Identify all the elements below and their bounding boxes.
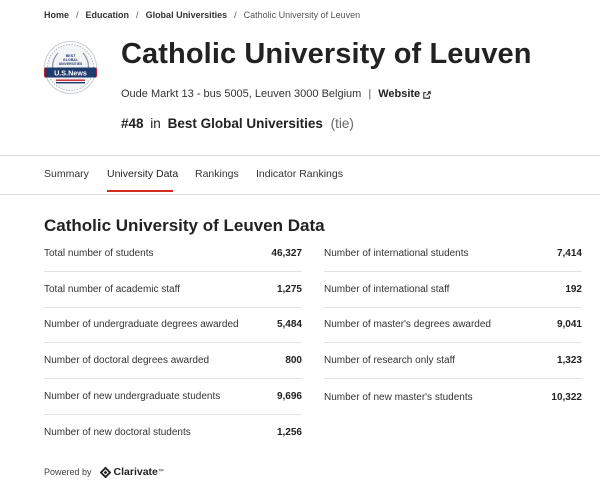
data-value: 192: [565, 283, 582, 295]
svg-text:U.S.News: U.S.News: [54, 68, 87, 77]
data-value: 800: [285, 355, 302, 367]
data-label: Number of new master's students: [324, 391, 473, 403]
tab-bar: Summary University Data Rankings Indicat…: [0, 155, 600, 195]
active-tab-indicator: [107, 190, 173, 192]
data-label: Number of international students: [324, 247, 469, 259]
breadcrumb-separator: /: [234, 10, 237, 20]
data-row: Number of international staff 192: [324, 272, 582, 308]
page-title: Catholic University of Leuven: [121, 38, 532, 70]
data-row: Number of new doctoral students 1,256: [44, 415, 302, 451]
data-label: Number of international staff: [324, 283, 450, 295]
data-value: 9,696: [276, 391, 302, 403]
data-row: Number of new master's students 10,322: [324, 379, 582, 415]
powered-by: Powered by Clarivate ™: [44, 466, 164, 478]
clarivate-name: Clarivate: [113, 466, 158, 478]
data-row: Number of master's degrees awarded 9,041: [324, 308, 582, 344]
data-row: Total number of academic staff 1,275: [44, 272, 302, 308]
breadcrumb-separator: /: [136, 10, 139, 20]
rank-in-text: in: [150, 116, 161, 131]
data-value: 5,484: [276, 319, 302, 331]
rank-summary: #48 in Best Global Universities (tie): [121, 116, 354, 131]
data-label: Number of new doctoral students: [44, 427, 191, 439]
rank-list-link[interactable]: Best Global Universities: [168, 116, 323, 131]
data-row: Number of doctoral degrees awarded 800: [44, 343, 302, 380]
website-label: Website: [378, 88, 421, 100]
usnews-badge-icon: BEST GLOBAL UNIVERSITIES U.S.News: [41, 41, 100, 94]
data-label: Number of master's degrees awarded: [324, 319, 491, 331]
data-label: Number of new undergraduate students: [44, 391, 221, 403]
tab-rankings[interactable]: Rankings: [195, 168, 239, 180]
divider: |: [368, 88, 372, 100]
data-label: Total number of academic staff: [44, 283, 180, 295]
rank-number: #48: [121, 116, 144, 131]
svg-text:UNIVERSITIES: UNIVERSITIES: [59, 62, 83, 66]
section-title: Catholic University of Leuven Data: [44, 216, 325, 235]
breadcrumb-home-link[interactable]: Home: [44, 10, 69, 20]
data-label: Number of doctoral degrees awarded: [44, 355, 210, 367]
breadcrumb-current-page: Catholic University of Leuven: [243, 10, 361, 20]
data-label: Total number of students: [44, 247, 154, 259]
breadcrumb-global-universities-link[interactable]: Global Universities: [146, 10, 228, 20]
external-link-icon: [423, 90, 431, 99]
data-value: 1,323: [556, 355, 582, 367]
data-row: Number of new undergraduate students 9,6…: [44, 379, 302, 415]
breadcrumb-education-link[interactable]: Education: [86, 10, 130, 20]
data-value: 10,322: [551, 391, 582, 403]
clarivate-logo: Clarivate ™: [99, 466, 164, 478]
data-value: 9,041: [556, 319, 582, 331]
data-value: 1,256: [276, 427, 302, 439]
address-line: Oude Markt 13 - bus 5005, Leuven 3000 Be…: [121, 88, 431, 100]
data-label: Number of research only staff: [324, 355, 455, 367]
data-row: Number of undergraduate degrees awarded …: [44, 308, 302, 344]
data-value: 46,327: [271, 247, 302, 259]
data-column-right: Number of international students 7,414 N…: [324, 236, 582, 415]
tab-indicator-rankings[interactable]: Indicator Rankings: [256, 168, 343, 180]
breadcrumb-separator: /: [76, 10, 79, 20]
powered-by-label: Powered by: [44, 467, 92, 477]
clarivate-mark-icon: [99, 466, 111, 478]
data-row: Number of international students 7,414: [324, 236, 582, 272]
website-link[interactable]: Website: [378, 88, 431, 100]
tab-university-data[interactable]: University Data: [107, 168, 178, 180]
breadcrumb: Home / Education / Global Universities /…: [44, 10, 360, 20]
trademark-mark: ™: [157, 469, 164, 475]
data-column-left: Total number of students 46,327 Total nu…: [44, 236, 302, 451]
university-address: Oude Markt 13 - bus 5005, Leuven 3000 Be…: [121, 88, 362, 100]
rank-tie-label: (tie): [330, 116, 354, 131]
data-row: Number of research only staff 1,323: [324, 343, 582, 380]
data-value: 1,275: [276, 283, 302, 295]
data-row: Total number of students 46,327: [44, 236, 302, 272]
data-value: 7,414: [556, 247, 582, 259]
tab-summary[interactable]: Summary: [44, 168, 89, 180]
data-label: Number of undergraduate degrees awarded: [44, 319, 239, 331]
